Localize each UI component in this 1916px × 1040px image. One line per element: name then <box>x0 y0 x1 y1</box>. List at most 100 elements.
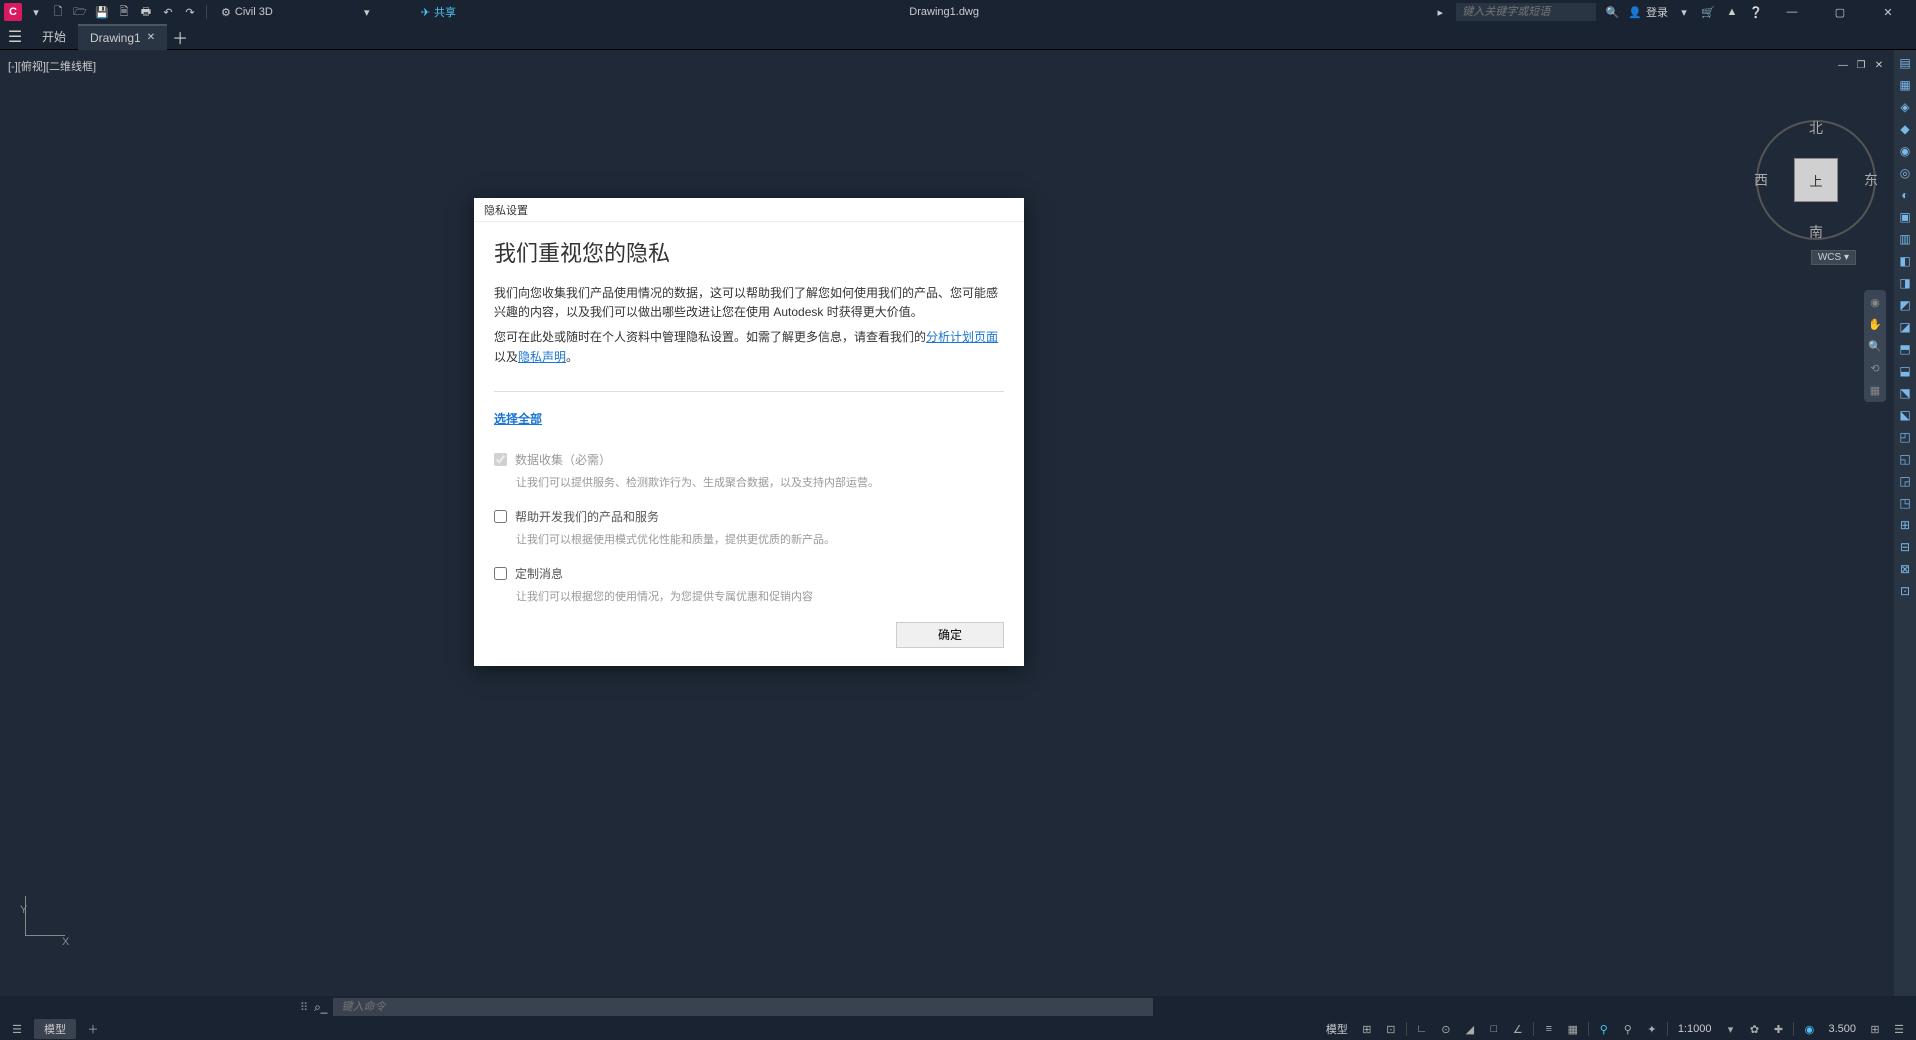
sb-icon-a[interactable]: ⚲ <box>1595 1020 1613 1038</box>
tab-add-button[interactable]: ＋ <box>167 25 193 49</box>
tool-icon-6[interactable]: ▥ <box>1896 230 1914 248</box>
compass-east[interactable]: 东 <box>1864 170 1878 190</box>
privacy-link[interactable]: 隐私声明 <box>518 350 566 364</box>
orbit-icon[interactable]: ⟲ <box>1867 360 1883 376</box>
saveas-icon[interactable]: 🗎 <box>116 4 132 20</box>
otrack-icon[interactable]: ∠ <box>1509 1020 1527 1038</box>
opt2-label-row[interactable]: 帮助开发我们的产品和服务 <box>494 508 1004 525</box>
isodraft-icon[interactable]: ◢ <box>1461 1020 1479 1038</box>
select-all-link[interactable]: 选择全部 <box>494 410 542 427</box>
new-icon[interactable]: 🗋 <box>50 4 66 20</box>
polar-icon[interactable]: ⊙ <box>1437 1020 1455 1038</box>
tool-icon-4[interactable]: ◐ <box>1896 186 1914 204</box>
search-caret-icon[interactable]: ▸ <box>1432 4 1448 20</box>
tool-icon-22[interactable]: ⊡ <box>1896 582 1914 600</box>
vp-close-icon[interactable]: ✕ <box>1872 58 1886 72</box>
tool-icon-9[interactable]: ◩ <box>1896 296 1914 314</box>
maximize-button[interactable]: ▢ <box>1820 0 1860 24</box>
lineweight-icon[interactable]: ≡ <box>1540 1020 1558 1038</box>
tool-icon[interactable]: ◆ <box>1896 120 1914 138</box>
workspace-dropdown-icon[interactable]: ▾ <box>359 4 375 20</box>
tool-icon-8[interactable]: ◨ <box>1896 274 1914 292</box>
ortho-icon[interactable]: ∟ <box>1413 1020 1431 1038</box>
model-label[interactable]: 模型 <box>1322 1021 1352 1037</box>
app-store-icon[interactable]: ▲ <box>1724 4 1740 20</box>
search-icon[interactable]: 🔍 <box>1604 4 1620 20</box>
share-button[interactable]: ✈ 共享 <box>421 4 456 20</box>
ok-button[interactable]: 确定 <box>896 622 1004 648</box>
undo-icon[interactable]: ↶ <box>160 4 176 20</box>
opt2-checkbox[interactable] <box>494 510 507 523</box>
app-icon[interactable]: C <box>4 3 22 21</box>
open-icon[interactable]: 🗁 <box>72 4 88 20</box>
sb-units-icon[interactable]: ⊞ <box>1866 1020 1884 1038</box>
tool-icon-18[interactable]: ◳ <box>1896 494 1914 512</box>
close-button[interactable]: ✕ <box>1868 0 1908 24</box>
tool-icon-5[interactable]: ▣ <box>1896 208 1914 226</box>
tool-icon-16[interactable]: ◱ <box>1896 450 1914 468</box>
osnap-icon[interactable]: □ <box>1485 1020 1503 1038</box>
sb-icon-b[interactable]: ⚲ <box>1619 1020 1637 1038</box>
opt3-checkbox[interactable] <box>494 567 507 580</box>
grid-icon[interactable]: ⊞ <box>1358 1020 1376 1038</box>
wcs-label[interactable]: WCS ▾ <box>1811 250 1856 265</box>
viewcube[interactable]: 北 南 东 西 上 <box>1756 120 1876 240</box>
pan-icon[interactable]: ✋ <box>1867 316 1883 332</box>
save-icon[interactable]: 💾 <box>94 4 110 20</box>
snap-icon[interactable]: ⊡ <box>1382 1020 1400 1038</box>
viewcube-top-face[interactable]: 上 <box>1794 158 1838 202</box>
help-icon[interactable]: ❔ <box>1748 4 1764 20</box>
model-tab[interactable]: 模型 <box>34 1019 76 1039</box>
compass-south[interactable]: 南 <box>1809 222 1823 242</box>
login-button[interactable]: 👤 登录 <box>1628 4 1668 20</box>
showmotion-icon[interactable]: ▦ <box>1867 382 1883 398</box>
properties-icon[interactable]: ▦ <box>1896 76 1914 94</box>
cmd-prompt-icon[interactable]: ⌕_ <box>314 1000 327 1015</box>
analytics-link[interactable]: 分析计划页面 <box>926 330 998 344</box>
sb-gear-icon[interactable]: ✿ <box>1745 1020 1763 1038</box>
workspace-selector[interactable]: ⚙ Civil 3D <box>221 6 273 19</box>
tool-icon-13[interactable]: ⬔ <box>1896 384 1914 402</box>
tool-icon-2[interactable]: ◉ <box>1896 142 1914 160</box>
tool-icon-10[interactable]: ◪ <box>1896 318 1914 336</box>
vp-restore-icon[interactable]: ❐ <box>1854 58 1868 72</box>
minimize-button[interactable]: — <box>1772 0 1812 24</box>
decimal-value[interactable]: 3.500 <box>1824 1023 1860 1035</box>
tool-icon-14[interactable]: ⬕ <box>1896 406 1914 424</box>
tab-close-icon[interactable]: ✕ <box>147 32 155 43</box>
tool-icon-15[interactable]: ◰ <box>1896 428 1914 446</box>
search-input[interactable] <box>1456 3 1596 21</box>
dialog-titlebar[interactable]: 隐私设置 <box>474 198 1024 222</box>
dropdown-icon[interactable]: ▾ <box>28 4 44 20</box>
compass-north[interactable]: 北 <box>1809 118 1823 138</box>
redo-icon[interactable]: ↷ <box>182 4 198 20</box>
cart-icon[interactable]: 🛒 <box>1700 4 1716 20</box>
tool-icon-7[interactable]: ◧ <box>1896 252 1914 270</box>
layout-add-icon[interactable]: ＋ <box>84 1020 102 1038</box>
command-input[interactable] <box>333 998 1153 1016</box>
transparency-icon[interactable]: ▦ <box>1564 1020 1582 1038</box>
tool-icon-17[interactable]: ◲ <box>1896 472 1914 490</box>
zoom-icon[interactable]: 🔍 <box>1867 338 1883 354</box>
sb-plus-icon[interactable]: ✚ <box>1769 1020 1787 1038</box>
login-dropdown-icon[interactable]: ▾ <box>1676 4 1692 20</box>
sb-globe-icon[interactable]: ◉ <box>1800 1020 1818 1038</box>
tool-icon-21[interactable]: ⊠ <box>1896 560 1914 578</box>
tool-icon-19[interactable]: ⊞ <box>1896 516 1914 534</box>
tool-icon-12[interactable]: ⬓ <box>1896 362 1914 380</box>
annotation-scale[interactable]: 1:1000 <box>1674 1023 1716 1035</box>
compass-west[interactable]: 西 <box>1754 170 1768 190</box>
tool-icon-3[interactable]: ◎ <box>1896 164 1914 182</box>
scale-dropdown-icon[interactable]: ▾ <box>1721 1020 1739 1038</box>
sb-menu-icon[interactable]: ☰ <box>8 1020 26 1038</box>
sb-icon-c[interactable]: ✦ <box>1643 1020 1661 1038</box>
plot-icon[interactable]: 🖶 <box>138 4 154 20</box>
tab-drawing1[interactable]: Drawing1 ✕ <box>78 24 167 50</box>
toolspace-icon[interactable]: ▤ <box>1896 54 1914 72</box>
sb-customize-icon[interactable]: ☰ <box>1890 1020 1908 1038</box>
tool-icon-20[interactable]: ⊟ <box>1896 538 1914 556</box>
menu-icon[interactable]: ☰ <box>0 27 30 47</box>
vp-minimize-icon[interactable]: — <box>1836 58 1850 72</box>
layer-icon[interactable]: ◈ <box>1896 98 1914 116</box>
nav-wheel-icon[interactable]: ◉ <box>1867 294 1883 310</box>
